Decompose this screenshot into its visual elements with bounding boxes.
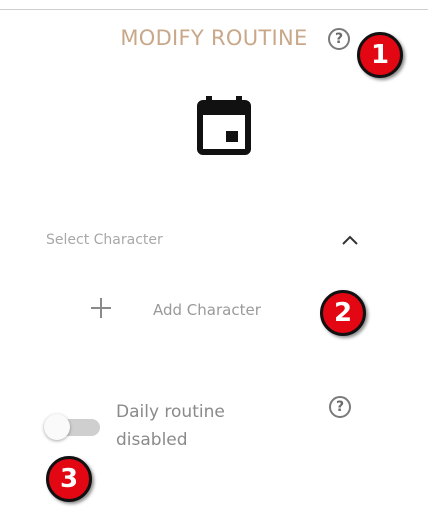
daily-routine-toggle[interactable] [44,414,102,440]
plus-icon[interactable] [89,296,113,320]
add-character-button[interactable]: Add Character [153,301,261,319]
page-title: MODIFY ROUTINE [120,26,308,50]
callout-marker-3: 3 [46,456,92,502]
toggle-knob [44,414,70,440]
top-divider [0,9,428,10]
callout-marker-1: 1 [357,32,403,78]
routine-help-icon[interactable]: ? [329,396,351,418]
callout-marker-2: 2 [320,290,366,336]
select-character-label: Select Character [46,232,163,248]
chevron-up-icon[interactable] [340,232,360,248]
title-help-icon[interactable]: ? [328,28,350,50]
daily-routine-label: Daily routine disabled [116,402,225,450]
calendar-icon[interactable] [196,94,252,156]
